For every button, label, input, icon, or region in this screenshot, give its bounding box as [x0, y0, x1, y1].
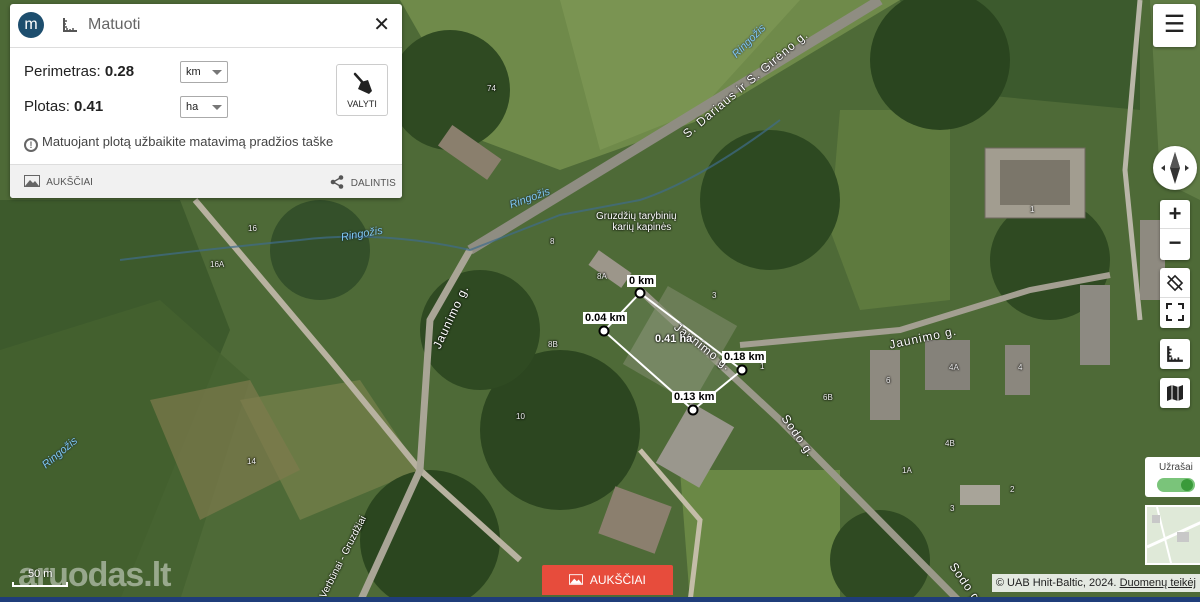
perimeter-row: Perimetras: 0.28: [24, 63, 134, 80]
rotation-off-icon: [1166, 274, 1184, 292]
area-unit-select[interactable]: ha: [180, 96, 228, 118]
labels-toggle[interactable]: [1157, 478, 1195, 492]
app-logo[interactable]: m: [18, 12, 44, 38]
house-number: 1: [1030, 205, 1035, 214]
labels-toggle-label: Užrašai: [1159, 462, 1193, 473]
elevation-panel-button[interactable]: AUKŠČIAI: [24, 175, 93, 188]
panel-footer: AUKŠČIAI DALINTIS: [10, 164, 402, 198]
area-unit-value: ha: [186, 101, 199, 113]
chevron-down-icon: [212, 105, 222, 110]
mountain-icon: [569, 574, 584, 585]
zoom-control: + −: [1160, 200, 1190, 260]
area-label: Plotas:: [24, 98, 70, 115]
clear-button[interactable]: VALYTI: [336, 64, 388, 116]
attribution: © UAB Hnit-Baltic, 2024. Duomenų teikėj: [991, 574, 1200, 592]
measure-point-label-1: 0.04 km: [583, 312, 628, 324]
perimeter-unit-select[interactable]: km: [180, 61, 228, 83]
house-number: 6B: [823, 393, 833, 402]
map-icon: [1167, 385, 1183, 401]
chevron-down-icon: [212, 70, 222, 75]
measure-hint: ! Matuojant plotą užbaikite matavimą prad…: [24, 134, 333, 152]
perimeter-value: 0.28: [104, 63, 135, 80]
scale-bar-label: 50 m: [28, 568, 53, 580]
house-number: 1: [760, 362, 765, 371]
perimeter-unit-value: km: [186, 66, 201, 78]
toggle-knob: [1181, 479, 1193, 491]
house-number: 1A: [902, 466, 912, 475]
house-number: 3: [950, 504, 955, 513]
house-number: 2: [1010, 485, 1015, 494]
house-number: 8: [550, 237, 555, 246]
area-value: 0.41: [74, 98, 104, 115]
view-controls: [1160, 268, 1190, 328]
measure-panel-header: m Matuoti ✕: [10, 4, 402, 48]
panel-title: Matuoti: [88, 16, 141, 33]
share-label: DALINTIS: [350, 178, 396, 189]
info-icon: !: [24, 138, 38, 152]
ruler-icon: [63, 18, 77, 32]
house-number: 4: [1018, 363, 1023, 372]
mountain-icon: [24, 175, 40, 187]
minimap-image: [1147, 507, 1200, 563]
bottom-bar: [0, 597, 1200, 602]
close-button[interactable]: ✕: [373, 14, 390, 36]
measure-hint-text: Matuojant plotą užbaikite matavimą pradž…: [42, 134, 334, 149]
house-number: 4B: [945, 439, 955, 448]
house-number: 3: [712, 291, 717, 300]
house-number: 16A: [210, 260, 225, 269]
zoom-out-button[interactable]: −: [1160, 229, 1190, 257]
clear-button-label: VALYTI: [347, 99, 377, 109]
measure-tool-button[interactable]: [1160, 339, 1190, 369]
compass-button[interactable]: [1153, 146, 1197, 190]
share-button[interactable]: DALINTIS: [330, 175, 396, 189]
minimap[interactable]: [1145, 505, 1200, 565]
ruler-icon: [1167, 346, 1183, 362]
fullscreen-button[interactable]: [1160, 298, 1190, 327]
house-number: 6: [886, 376, 891, 385]
measure-point-label-3: 0.18 km: [722, 351, 767, 363]
measure-area-label: 0.41 ha: [655, 333, 693, 345]
share-icon: [330, 175, 344, 189]
scale-bar: 50 m: [12, 568, 68, 587]
perimeter-label: Perimetras:: [24, 63, 101, 80]
house-number: 14: [247, 457, 256, 466]
elevation-button-label: AUKŠČIAI: [589, 573, 646, 587]
house-number: 16: [248, 224, 257, 233]
attribution-text: © UAB Hnit-Baltic, 2024.: [995, 577, 1117, 589]
broom-icon: [353, 72, 372, 94]
elevation-panel-label: AUKŠČIAI: [46, 177, 93, 188]
area-row: Plotas: 0.41: [24, 98, 103, 115]
cemetery-label: Gruzdžių tarybinių karių kapinės: [596, 211, 677, 233]
house-number: 8A: [597, 272, 607, 281]
compass-icon: [1161, 152, 1189, 184]
attribution-link[interactable]: Duomenų teikėj: [1120, 577, 1196, 589]
measure-point-label-2: 0.13 km: [672, 391, 717, 403]
measure-point-label-0: 0 km: [627, 275, 657, 287]
house-number: 74: [487, 84, 496, 93]
rotation-lock-button[interactable]: [1160, 268, 1190, 298]
zoom-in-button[interactable]: +: [1160, 200, 1190, 229]
map-layers-button[interactable]: [1160, 378, 1190, 408]
scale-bar-line: [12, 582, 68, 587]
house-number: 10: [516, 412, 525, 421]
labels-toggle-panel: Užrašai: [1145, 457, 1200, 497]
fullscreen-icon: [1166, 303, 1184, 321]
measure-panel: m Matuoti ✕ Perimetras: 0.28 km Plotas: …: [10, 4, 402, 198]
house-number: 4A: [949, 363, 959, 372]
house-number: 8B: [548, 340, 558, 349]
menu-button[interactable]: ☰: [1153, 4, 1196, 47]
cemetery-label-line2: karių kapinės: [612, 222, 672, 233]
elevation-button[interactable]: AUKŠČIAI: [542, 565, 673, 595]
cemetery-label-line1: Gruzdžių tarybinių: [596, 211, 677, 222]
